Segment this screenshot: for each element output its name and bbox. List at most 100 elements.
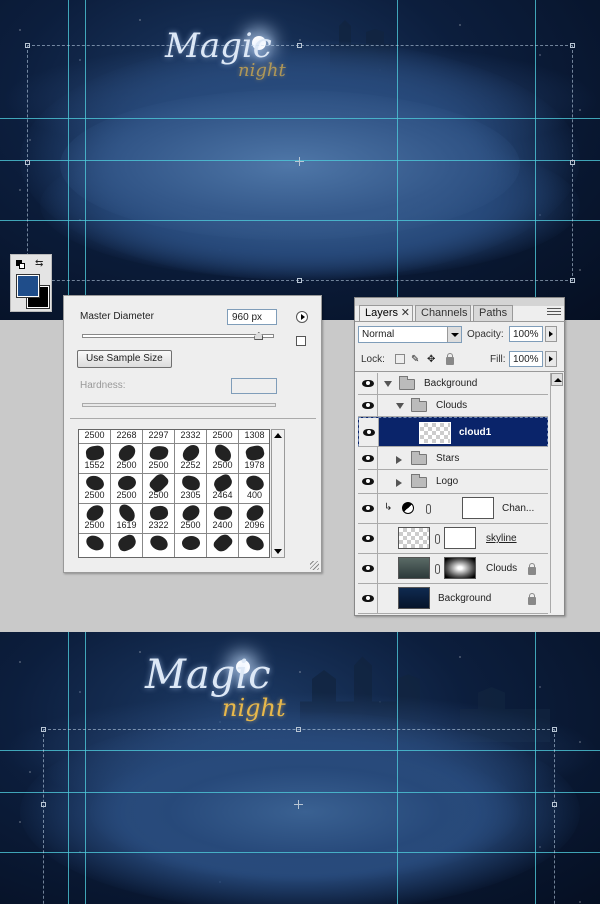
brush-preset[interactable]: 1552 xyxy=(79,444,111,474)
tab-channels[interactable]: Channels xyxy=(415,305,471,321)
transform-handle[interactable] xyxy=(570,160,575,165)
chevron-right-icon[interactable] xyxy=(396,479,402,487)
brush-preset[interactable]: 2464 xyxy=(207,472,239,504)
visibility-toggle[interactable] xyxy=(358,373,378,394)
opacity-arrow-icon[interactable] xyxy=(545,326,557,342)
master-diameter-input[interactable]: 960 px xyxy=(227,309,277,325)
transform-handle[interactable] xyxy=(297,278,302,283)
lock-position-icon[interactable]: ✥ xyxy=(427,354,437,365)
visibility-toggle[interactable] xyxy=(358,584,378,613)
brush-preset[interactable] xyxy=(79,534,111,557)
canvas-top[interactable]: Magic night xyxy=(0,0,600,320)
transform-center-icon[interactable] xyxy=(295,157,304,166)
layer-row[interactable]: Background xyxy=(358,584,548,614)
brush-preset[interactable]: 2322 xyxy=(143,504,175,534)
master-diameter-slider[interactable] xyxy=(82,334,274,338)
new-preset-icon[interactable] xyxy=(296,336,306,346)
visibility-toggle[interactable] xyxy=(358,447,378,469)
brush-preset[interactable]: 2297 xyxy=(143,430,175,444)
brush-preset[interactable]: 2400 xyxy=(207,504,239,534)
blend-mode-select[interactable]: Normal xyxy=(358,326,462,343)
foreground-color[interactable] xyxy=(16,274,40,298)
layer-mask-thumbnail[interactable] xyxy=(462,497,494,519)
brush-preset[interactable]: 1978 xyxy=(239,444,269,474)
brush-preset[interactable] xyxy=(175,534,207,557)
fill-input[interactable]: 100% xyxy=(509,351,543,367)
brush-preset[interactable] xyxy=(111,532,143,557)
visibility-toggle[interactable] xyxy=(358,554,378,583)
chevron-down-icon[interactable] xyxy=(384,381,392,387)
canvas-bottom[interactable]: Magic night xyxy=(0,632,600,904)
layers-scrollbar[interactable] xyxy=(550,373,563,613)
brush-preset[interactable]: 2500 xyxy=(79,472,111,504)
brush-preset[interactable]: 2096 xyxy=(239,502,269,534)
layer-mask-thumbnail[interactable] xyxy=(444,557,476,579)
chevron-down-icon[interactable] xyxy=(396,403,404,409)
transform-handle[interactable] xyxy=(41,802,46,807)
layer-row[interactable]: Clouds xyxy=(358,395,548,417)
opacity-input[interactable]: 100% xyxy=(509,326,543,342)
layer-row[interactable]: Stars xyxy=(358,447,548,470)
brush-preset[interactable] xyxy=(239,534,269,557)
close-icon[interactable]: ✕ xyxy=(401,306,410,319)
hardness-slider[interactable] xyxy=(82,403,276,407)
resize-grip-icon[interactable] xyxy=(310,561,319,570)
default-colors-icon[interactable] xyxy=(16,260,26,270)
transform-handle[interactable] xyxy=(552,802,557,807)
transform-handle[interactable] xyxy=(570,43,575,48)
scroll-up-icon[interactable] xyxy=(551,373,563,386)
fill-arrow-icon[interactable] xyxy=(545,351,557,367)
brush-preset[interactable]: 2252 xyxy=(175,442,207,474)
layer-row[interactable]: Logo xyxy=(358,470,548,494)
swap-colors-icon[interactable]: ⇆ xyxy=(35,258,43,269)
brush-grid-scrollbar[interactable] xyxy=(271,429,285,558)
visibility-toggle[interactable] xyxy=(358,524,378,553)
brush-preset[interactable] xyxy=(143,532,175,557)
brush-preset[interactable] xyxy=(207,531,239,557)
visibility-toggle[interactable] xyxy=(358,494,378,523)
lock-image-icon[interactable]: ✎ xyxy=(411,354,421,365)
layer-row[interactable]: ↳ Chan... xyxy=(358,494,548,524)
panel-menu-icon[interactable] xyxy=(547,308,561,316)
brush-preset[interactable]: 2500 xyxy=(111,441,143,474)
link-icon[interactable] xyxy=(435,534,440,544)
brush-preset[interactable]: 2500 xyxy=(143,444,175,474)
transform-handle[interactable] xyxy=(41,727,46,732)
link-icon[interactable] xyxy=(435,564,440,574)
brush-preset[interactable]: 2500 xyxy=(175,501,207,534)
transform-handle[interactable] xyxy=(25,43,30,48)
hardness-input[interactable] xyxy=(231,378,277,394)
brush-preset[interactable]: 2268 xyxy=(111,430,143,444)
layer-row[interactable]: cloud1 xyxy=(358,417,548,447)
layer-row[interactable]: Clouds xyxy=(358,554,548,584)
brush-preset[interactable]: 2500 xyxy=(111,474,143,504)
link-icon[interactable] xyxy=(426,504,431,514)
brush-preset[interactable]: 2500 xyxy=(207,430,239,444)
use-sample-size-button[interactable]: Use Sample Size xyxy=(77,350,172,368)
transform-bounding-box[interactable] xyxy=(43,729,555,904)
tab-paths[interactable]: Paths xyxy=(473,305,513,321)
brush-preset[interactable]: 2500 xyxy=(143,471,175,504)
lock-transparent-icon[interactable] xyxy=(395,354,405,364)
brush-preset[interactable]: 1619 xyxy=(111,502,143,534)
brush-preset[interactable]: 400 xyxy=(239,472,269,504)
transform-handle[interactable] xyxy=(552,727,557,732)
transform-center-icon[interactable] xyxy=(294,800,303,809)
transform-handle[interactable] xyxy=(296,727,301,732)
visibility-toggle[interactable] xyxy=(358,470,378,493)
brush-menu-icon[interactable] xyxy=(296,311,308,323)
layer-row[interactable]: skyline xyxy=(358,524,548,554)
transform-handle[interactable] xyxy=(25,160,30,165)
chevron-right-icon[interactable] xyxy=(396,455,402,464)
visibility-toggle[interactable] xyxy=(358,395,378,416)
visibility-toggle[interactable] xyxy=(359,418,379,446)
layer-row[interactable]: Background xyxy=(358,373,548,395)
layer-mask-thumbnail[interactable] xyxy=(444,527,476,549)
brush-preset[interactable]: 2305 xyxy=(175,474,207,504)
transform-handle[interactable] xyxy=(570,278,575,283)
transform-handle[interactable] xyxy=(297,43,302,48)
brush-preset[interactable]: 2332 xyxy=(175,430,207,444)
brush-preset[interactable]: 2500 xyxy=(207,442,239,474)
lock-all-icon[interactable] xyxy=(446,353,454,365)
brush-preset[interactable]: 2500 xyxy=(79,502,111,534)
